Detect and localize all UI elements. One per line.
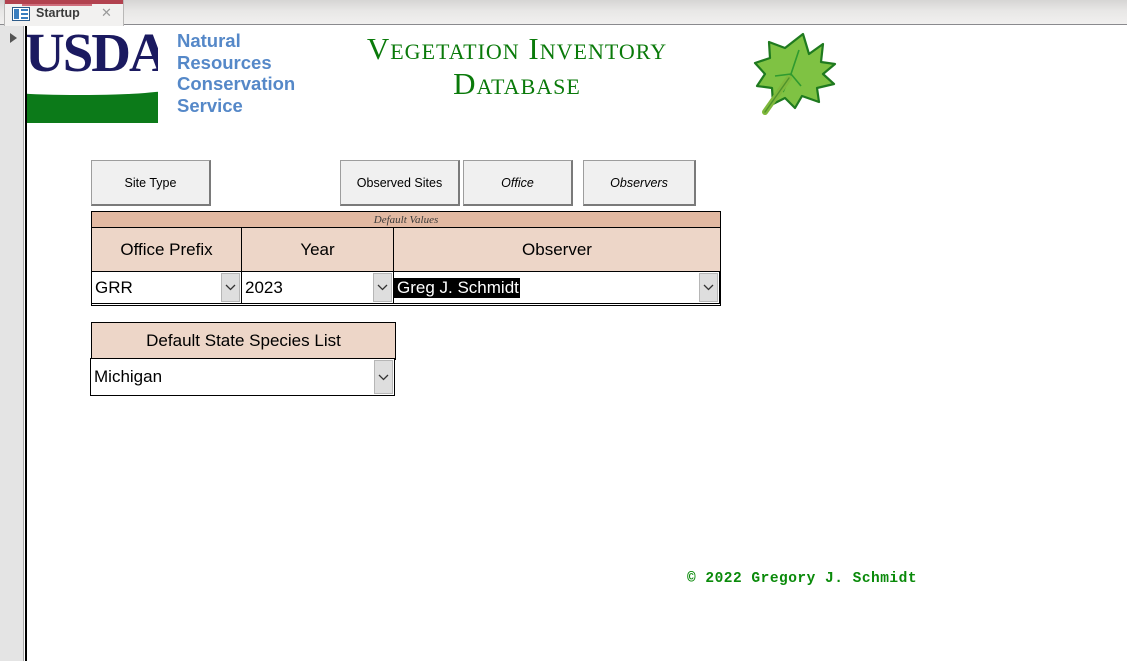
observed-sites-button-label: Observed Sites xyxy=(356,175,443,190)
record-selector-strip xyxy=(0,25,24,661)
close-icon[interactable]: ✕ xyxy=(101,6,112,19)
default-state-species-list-value: Michigan xyxy=(94,367,163,386)
tab-label: Startup xyxy=(36,6,80,20)
chevron-down-icon[interactable] xyxy=(373,273,392,302)
form-canvas: USDA Natural Resources Conservation Service… xyxy=(27,25,1127,661)
office-prefix-value: GRR xyxy=(95,277,133,297)
year-combobox[interactable]: 2023 xyxy=(241,271,394,304)
column-header-year: Year xyxy=(242,228,394,271)
observer-combobox[interactable]: Greg J. Schmidt xyxy=(393,271,720,304)
usda-swoosh-graphic xyxy=(27,79,158,123)
page-title: Vegetation Inventory Database xyxy=(366,31,668,101)
chevron-down-icon[interactable] xyxy=(374,360,393,394)
observers-button[interactable]: Observers xyxy=(583,160,696,206)
copyright-notice: © 2022 Gregory J. Schmidt xyxy=(687,571,918,587)
year-value: 2023 xyxy=(245,277,283,297)
observers-button-label: Observers xyxy=(610,175,668,190)
default-values-caption: Default Values xyxy=(92,212,720,228)
office-button[interactable]: Office xyxy=(463,160,573,206)
usda-wordmark: USDA xyxy=(27,29,158,83)
column-header-observer: Observer xyxy=(522,239,592,259)
record-selector-arrow-icon[interactable] xyxy=(10,33,17,43)
default-values-value-row: GRR 2023 Greg J. Schmidt xyxy=(91,271,720,305)
leaf-icon xyxy=(739,30,839,125)
chevron-down-icon[interactable] xyxy=(221,273,240,302)
office-button-label: Office xyxy=(501,175,534,190)
window-titlebar xyxy=(0,0,1127,25)
default-state-species-list-label: Default State Species List xyxy=(91,322,396,360)
default-state-species-list-combobox[interactable]: Michigan xyxy=(90,358,395,396)
nrcs-agency-name: Natural Resources Conservation Service xyxy=(177,30,296,116)
observed-sites-button[interactable]: Observed Sites xyxy=(340,160,460,206)
site-type-button-label: Site Type xyxy=(124,175,177,190)
form-view-icon xyxy=(12,7,30,21)
chevron-down-icon[interactable] xyxy=(699,273,718,302)
column-header-office-prefix: Office Prefix xyxy=(92,228,242,271)
office-prefix-combobox[interactable]: GRR xyxy=(91,271,242,304)
observer-value: Greg J. Schmidt xyxy=(394,277,520,298)
usda-logo: USDA xyxy=(27,29,158,123)
default-values-table: Default Values Office Prefix Year Observ… xyxy=(91,211,721,306)
default-values-header-row: Office Prefix Year Observer xyxy=(92,228,720,272)
site-type-button[interactable]: Site Type xyxy=(91,160,211,206)
